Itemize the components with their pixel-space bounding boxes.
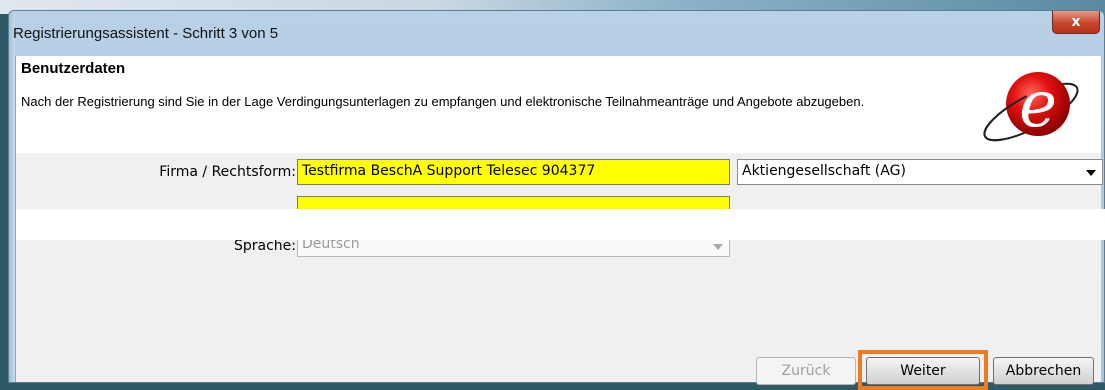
- logo-letter: e: [1019, 68, 1057, 142]
- window-title: Registrierungsassistent - Schritt 3 von …: [13, 25, 279, 42]
- firma-input[interactable]: Testfirma BeschA Support Telesec 904377: [297, 159, 730, 185]
- wizard-window: Registrierungsassistent - Schritt 3 von …: [8, 10, 1105, 383]
- rechtsform-select[interactable]: Aktiengesellschaft (AG): [737, 159, 1103, 185]
- next-button-highlight: [858, 350, 988, 390]
- e-logo-icon: e: [983, 68, 1079, 142]
- close-icon: x: [1071, 14, 1081, 30]
- page-description: Nach der Registrierung sind Sie in der L…: [21, 94, 865, 109]
- close-button[interactable]: x: [1052, 11, 1100, 34]
- sprache-label: Sprache:: [233, 238, 296, 254]
- chevron-down-icon: [1086, 170, 1096, 176]
- header-panel: Benutzerdaten Nach der Registrierung sin…: [16, 56, 1101, 153]
- cancel-button[interactable]: Abbrechen: [993, 357, 1094, 385]
- chevron-down-icon: [713, 244, 723, 250]
- rechtsform-value: Aktiengesellschaft (AG): [742, 163, 906, 179]
- redaction-bar: [16, 209, 1105, 240]
- firma-label: Firma / Rechtsform:: [159, 164, 296, 180]
- page-title: Benutzerdaten: [21, 60, 126, 77]
- back-button[interactable]: Zurück: [756, 357, 856, 385]
